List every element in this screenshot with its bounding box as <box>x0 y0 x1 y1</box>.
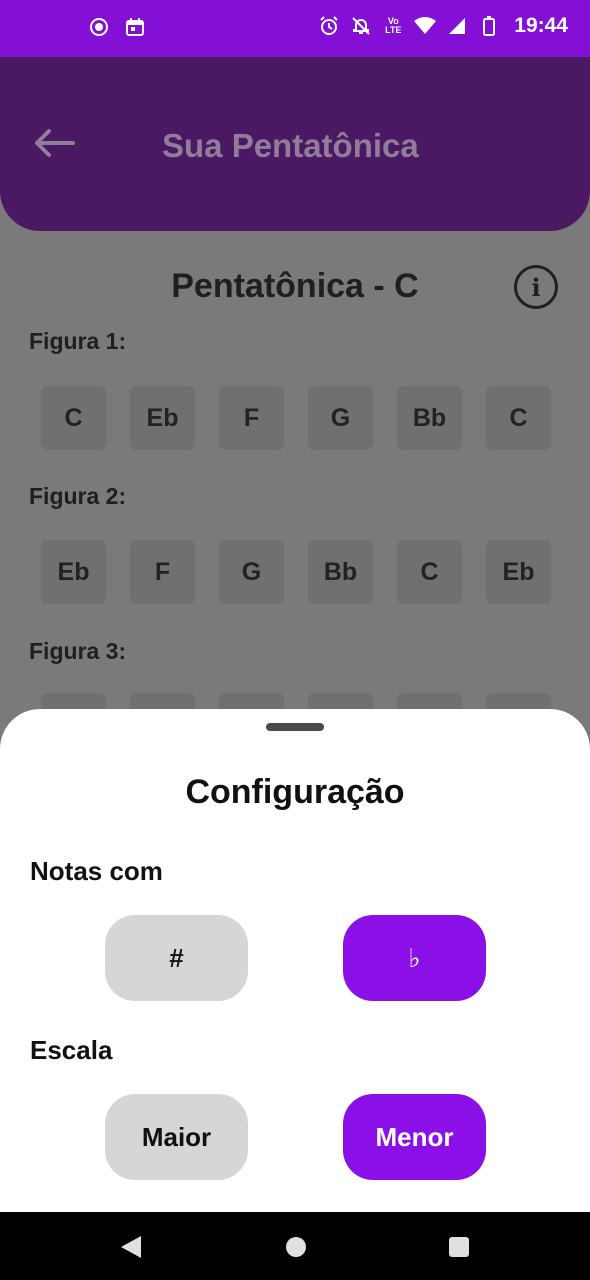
scale-title: Pentatônica - C <box>171 267 419 305</box>
drag-handle[interactable] <box>266 723 324 731</box>
scale-section-label: Escala <box>30 1035 113 1065</box>
volte-icon: Vo LTE <box>385 16 402 35</box>
pentatonic-content: Pentatônica - C i Figura 1: C Eb F G Bb … <box>0 231 590 757</box>
calendar-icon <box>124 16 146 38</box>
wifi-icon <box>414 15 437 37</box>
sharp-button[interactable]: # <box>105 915 248 1001</box>
figure-label: Figura 1: <box>29 328 127 354</box>
notifications-off-icon <box>350 15 372 37</box>
major-button[interactable]: Maior <box>105 1094 248 1180</box>
note-chip[interactable]: C <box>41 386 106 450</box>
screen-record-icon <box>88 16 110 38</box>
notes-row-figure-1: C Eb F G Bb C <box>41 386 551 450</box>
notes-section-label: Notas com <box>30 856 163 886</box>
system-nav-bar <box>0 1212 590 1280</box>
notes-row-figure-2: Eb F G Bb C Eb <box>41 540 551 604</box>
minor-button[interactable]: Menor <box>343 1094 486 1180</box>
note-chip[interactable]: Eb <box>486 540 551 604</box>
note-chip[interactable]: Bb <box>397 386 462 450</box>
status-bar: Vo LTE 19:44 <box>0 0 590 57</box>
back-triangle-icon[interactable] <box>118 1234 144 1260</box>
note-chip[interactable]: C <box>486 386 551 450</box>
battery-icon <box>478 15 500 37</box>
arrow-left-icon <box>33 128 75 163</box>
note-chip[interactable]: Eb <box>130 386 195 450</box>
sheet-title: Configuração <box>185 773 405 811</box>
note-chip[interactable]: G <box>308 386 373 450</box>
note-chip[interactable]: F <box>219 386 284 450</box>
app-bar: Sua Pentatônica <box>0 57 590 231</box>
info-glyph: i <box>531 272 541 302</box>
alarm-icon <box>318 15 340 37</box>
home-circle-icon[interactable] <box>283 1234 309 1260</box>
back-button[interactable] <box>30 125 78 165</box>
app-title: Sua Pentatônica <box>162 127 419 164</box>
note-chip[interactable]: Bb <box>308 540 373 604</box>
figure-label: Figura 2: <box>29 483 127 509</box>
status-time: 19:44 <box>514 14 568 37</box>
flat-button[interactable]: ♭ <box>343 915 486 1001</box>
figure-label: Figura 3: <box>29 638 127 664</box>
recents-square-icon[interactable] <box>446 1234 472 1260</box>
status-right-icons: Vo LTE 19:44 <box>318 14 568 38</box>
signal-icon <box>446 15 468 37</box>
info-icon[interactable]: i <box>514 265 558 309</box>
status-left-icons <box>88 16 146 38</box>
note-chip[interactable]: Eb <box>41 540 106 604</box>
note-chip[interactable]: F <box>130 540 195 604</box>
note-chip[interactable]: C <box>397 540 462 604</box>
note-chip[interactable]: G <box>219 540 284 604</box>
config-bottom-sheet: Configuração Notas com # ♭ Escala Maior … <box>0 709 590 1212</box>
